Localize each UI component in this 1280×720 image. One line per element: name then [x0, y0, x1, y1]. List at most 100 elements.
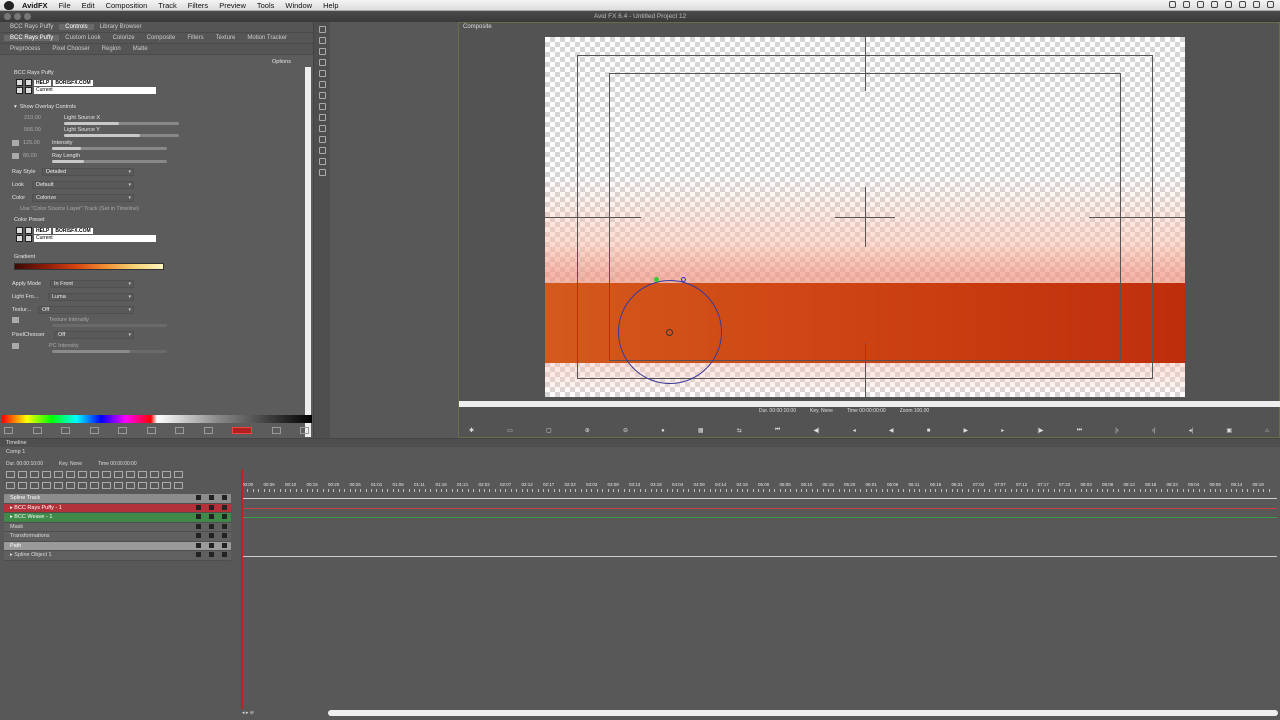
viewer-zoom[interactable]: Zoom 100.00	[900, 408, 929, 414]
options-button[interactable]: Options	[272, 59, 291, 65]
step-forward-icon[interactable]: ▸	[1001, 427, 1004, 434]
panel-button[interactable]	[89, 426, 99, 434]
track-switch-icon[interactable]	[222, 552, 227, 557]
tab-composite[interactable]: Composite	[141, 35, 182, 41]
track-switch-icon[interactable]	[196, 552, 201, 557]
eraser-tool-icon[interactable]	[318, 103, 326, 110]
apply-mode-dropdown[interactable]: In Front	[50, 280, 134, 288]
light-y-value[interactable]: 566.00	[24, 127, 64, 133]
brush-tool-icon[interactable]	[318, 70, 326, 77]
color-picker-strip[interactable]	[2, 415, 312, 423]
overlay-handle-green[interactable]	[654, 277, 659, 282]
tl-tool-icon[interactable]	[138, 471, 147, 478]
look-dropdown[interactable]: Default	[32, 181, 134, 189]
track-bar-green[interactable]	[242, 517, 1277, 518]
panel-button[interactable]	[300, 426, 309, 434]
tl-tool-icon[interactable]	[30, 471, 39, 478]
track-switch-icon[interactable]	[209, 495, 214, 500]
color-dropdown[interactable]: Colorize	[32, 194, 134, 202]
panel-button[interactable]	[32, 426, 42, 434]
magnify-tool-icon[interactable]	[318, 169, 326, 176]
ray-length-slider[interactable]	[52, 160, 167, 163]
zoom-window-icon[interactable]	[24, 13, 31, 20]
tl-tool-icon[interactable]	[78, 482, 87, 489]
minimize-window-icon[interactable]	[14, 13, 21, 20]
tab-matte[interactable]: Matte	[127, 46, 154, 52]
track-switch-icon[interactable]	[209, 523, 214, 529]
intensity-slider[interactable]	[52, 147, 167, 150]
color-preset-prev-button[interactable]	[16, 235, 23, 242]
track-switch-icon[interactable]	[209, 542, 214, 548]
status-icon[interactable]	[1183, 1, 1190, 8]
keyframe-icon[interactable]	[12, 343, 19, 349]
tl-tool-icon[interactable]	[150, 482, 159, 489]
tl-tool-icon[interactable]	[54, 482, 63, 489]
timeline-zoom-controls[interactable]: ◂ ▸ ⊖	[242, 710, 254, 716]
go-to-end-icon[interactable]: ⏭	[1077, 427, 1082, 434]
intensity-value[interactable]: 125.00	[23, 140, 52, 146]
rotate-tool-icon[interactable]	[318, 37, 326, 44]
track-switch-icon[interactable]	[196, 533, 201, 538]
track-switch-icon[interactable]	[196, 495, 201, 500]
tl-tool-icon[interactable]	[90, 482, 99, 489]
spline-tool-icon[interactable]	[318, 92, 326, 99]
panel-button[interactable]	[118, 426, 127, 434]
select-tool-icon[interactable]	[318, 26, 326, 33]
tl-tool-icon[interactable]	[138, 482, 147, 489]
track-row[interactable]: Spline Track	[4, 494, 231, 504]
spotlight-icon[interactable]	[1253, 1, 1260, 8]
battery-icon[interactable]	[1239, 1, 1246, 8]
fullscreen-icon[interactable]: ▣	[1226, 427, 1232, 434]
paint-tool-icon[interactable]	[318, 114, 326, 121]
track-switch-icon[interactable]	[222, 533, 227, 538]
track-switch-icon[interactable]	[209, 514, 214, 519]
track-bar[interactable]	[242, 556, 1277, 557]
tab-effect[interactable]: BCC Rays Puffy	[4, 35, 60, 41]
tl-tool-icon[interactable]	[18, 471, 27, 478]
panel-button[interactable]	[175, 426, 184, 434]
pen-tool-icon[interactable]	[318, 59, 326, 66]
wifi-icon[interactable]	[1211, 1, 1218, 8]
track-switch-icon[interactable]	[222, 495, 227, 500]
track-row[interactable]: Mask	[4, 522, 231, 532]
audio-icon[interactable]: ◂|	[1189, 427, 1194, 434]
timeline-scrollbar[interactable]	[328, 710, 1278, 716]
panel-button[interactable]	[4, 426, 13, 434]
tl-tool-icon[interactable]	[42, 482, 51, 489]
menu-edit[interactable]: Edit	[82, 1, 95, 10]
tl-tool-icon[interactable]	[66, 482, 75, 489]
track-bar-red[interactable]	[242, 508, 1277, 509]
light-x-value[interactable]: 210.00	[24, 115, 64, 121]
tl-tool-icon[interactable]	[114, 482, 123, 489]
tab-controls[interactable]: Controls	[59, 24, 94, 30]
tl-tool-icon[interactable]	[102, 482, 111, 489]
track-switch-icon[interactable]	[222, 542, 227, 548]
light-source-handle[interactable]	[666, 329, 673, 336]
light-y-slider[interactable]	[64, 134, 179, 137]
zoom-in-icon[interactable]: ⊕	[585, 427, 590, 434]
track-switch-icon[interactable]	[209, 504, 214, 510]
track-switch-icon[interactable]	[196, 514, 201, 519]
track-row[interactable]: Transformations	[4, 532, 231, 542]
tl-tool-icon[interactable]	[54, 471, 63, 478]
tl-tool-icon[interactable]	[90, 471, 99, 478]
texture-dropdown[interactable]: Off	[38, 306, 134, 314]
preset-load-button[interactable]	[16, 79, 23, 86]
help-button[interactable]: HELP	[34, 79, 52, 86]
panel-button[interactable]	[61, 426, 70, 434]
menu-filters[interactable]: Filters	[188, 1, 208, 10]
volume-icon[interactable]	[1225, 1, 1232, 8]
tl-tool-icon[interactable]	[150, 471, 159, 478]
tab-motion-tracker[interactable]: Motion Tracker	[241, 35, 293, 41]
go-to-start-icon[interactable]: ⏮	[775, 427, 780, 434]
mark-out-icon[interactable]: ›|	[1152, 428, 1156, 434]
light-x-slider[interactable]	[64, 122, 179, 125]
preset-next-button[interactable]	[25, 87, 32, 94]
track-row[interactable]: Path	[4, 541, 231, 551]
tab-pixel-chooser[interactable]: Pixel Chooser	[46, 46, 95, 52]
tl-tool-icon[interactable]	[42, 471, 51, 478]
track-row[interactable]: ▸ BCC Weave - 1	[4, 513, 231, 523]
color-help-button[interactable]: HELP	[34, 227, 52, 234]
tab-bcc-rays-puffy[interactable]: BCC Rays Puffy	[4, 24, 59, 30]
tl-tool-icon[interactable]	[18, 482, 27, 489]
